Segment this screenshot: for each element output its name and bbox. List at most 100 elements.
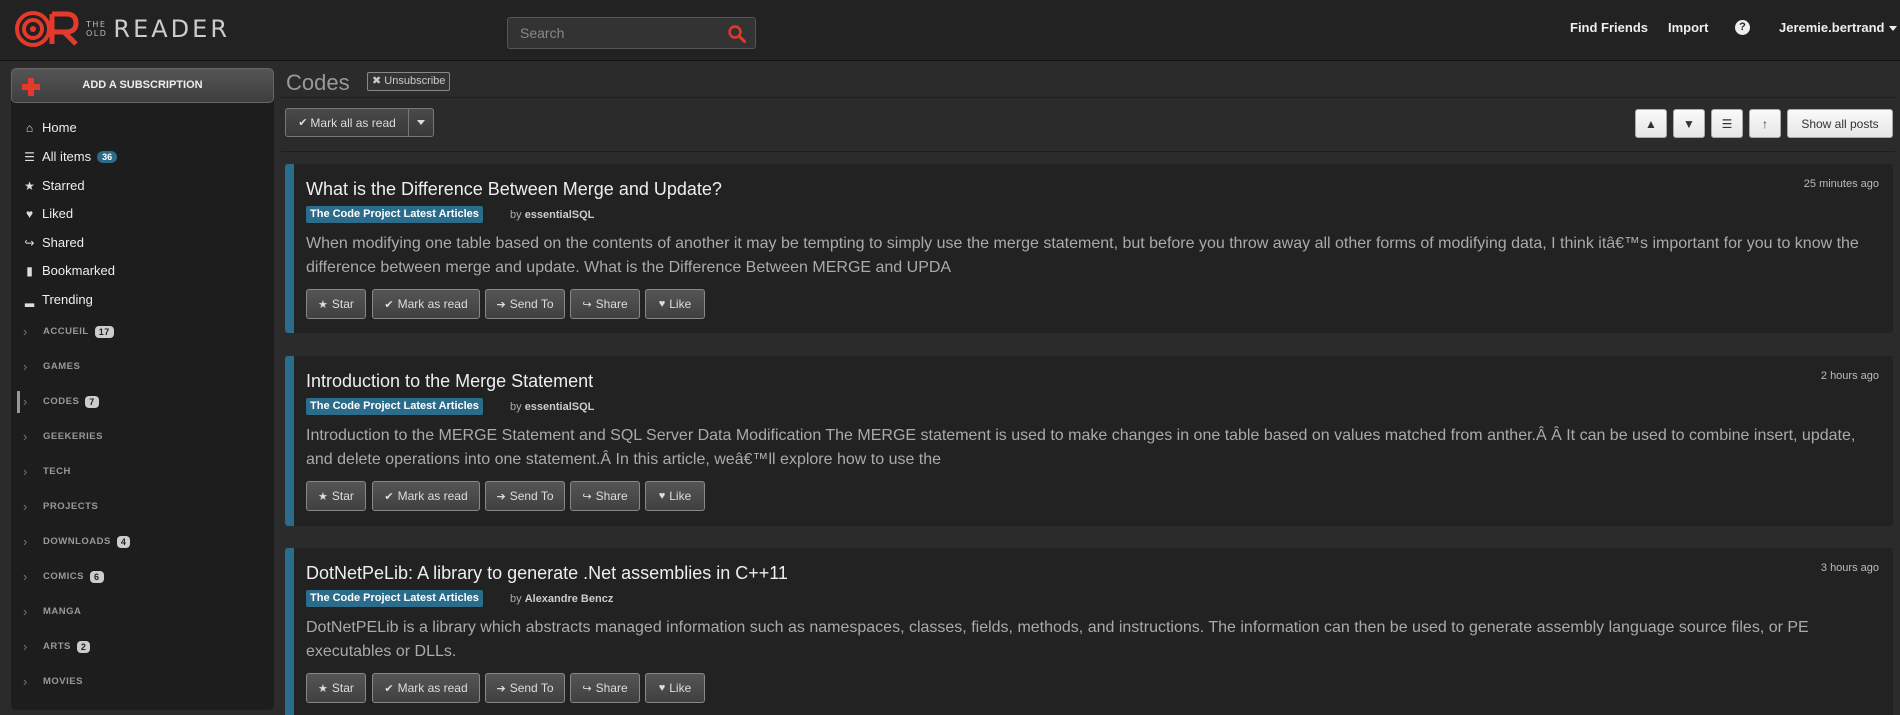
unsubscribe-button[interactable]: ✖ Unsubscribe [367,72,451,91]
chevron-right-icon[interactable]: › [23,429,31,444]
folder-games[interactable]: › GAMES [23,359,80,374]
article-timestamp: 2 hours ago [1820,370,1879,382]
show-all-posts-label: Show all posts [1801,116,1879,131]
feed-badge[interactable]: The Code Project Latest Articles [306,398,483,415]
heart-icon: ♥ [658,298,666,310]
app-logo[interactable]: THE OLD READER [14,10,230,48]
byline-prefix: by [510,401,522,413]
folder-label: MOVIES [43,676,83,687]
article-card[interactable]: DotNetPeLib: A library to generate .Net … [285,548,1893,715]
folder-codes[interactable]: › CODES 7 [23,394,99,409]
sidebar-item-label: Trending [42,292,93,307]
sidebar-item-liked[interactable]: ♥ Liked [23,206,73,221]
folder-downloads[interactable]: › DOWNLOADS 4 [23,534,131,549]
folder-arts[interactable]: › ARTS 2 [23,639,91,654]
chevron-right-icon[interactable]: › [23,359,31,374]
chevron-right-icon[interactable]: › [23,569,31,584]
list-view-button[interactable]: ☰ [1711,109,1743,138]
show-all-posts-button[interactable]: Show all posts [1787,109,1893,138]
folder-projects[interactable]: › PROJECTS [23,499,98,514]
chevron-right-icon[interactable]: › [23,639,31,654]
star-label: Star [331,297,354,311]
folder-comics[interactable]: › COMICS 6 [23,569,104,584]
sidebar-item-trending[interactable]: ▂ Trending [23,292,93,307]
send-to-label: Send To [509,489,554,503]
feed-badge[interactable]: The Code Project Latest Articles [306,206,483,223]
folder-movies[interactable]: › MOVIES [23,674,83,689]
send-to-button[interactable]: ➔ Send To [485,289,565,319]
like-button[interactable]: ♥ Like [645,289,705,319]
import-link[interactable]: Import [1668,20,1708,35]
next-item-button[interactable]: ▼ [1673,109,1705,138]
like-button[interactable]: ♥ Like [645,481,705,511]
signal-icon: ▂ [24,292,35,307]
article-author: essentialSQL [524,209,595,221]
feed-badge[interactable]: The Code Project Latest Articles [306,590,483,607]
heart-icon: ♥ [25,206,34,221]
article-excerpt: DotNetPELib is a library which abstracts… [306,619,1809,660]
heart-icon: ♥ [658,682,666,694]
share-label: Share [595,297,628,311]
mark-all-read-button[interactable]: ✔ Mark all as read [285,108,409,137]
mark-read-options-dropdown[interactable] [408,108,434,137]
article-title[interactable]: DotNetPeLib: A library to generate .Net … [306,563,788,584]
share-button[interactable]: ↪ Share [570,289,640,319]
folder-tech[interactable]: › TECH [23,464,71,479]
chevron-right-icon[interactable]: › [23,324,31,339]
chevron-right-icon[interactable]: › [23,464,31,479]
user-menu[interactable]: Jeremie.bertrand [1779,20,1897,35]
like-button[interactable]: ♥ Like [645,673,705,703]
page-title: Codes [286,70,350,95]
mark-as-read-button[interactable]: ✔ Mark as read [372,673,480,703]
article-timestamp: 3 hours ago [1820,562,1879,574]
sidebar-item-shared[interactable]: ↪ Shared [23,235,83,250]
chevron-right-icon[interactable]: › [23,534,31,549]
sidebar-item-starred[interactable]: ★ Starred [23,178,85,193]
article-card[interactable]: What is the Difference Between Merge and… [285,164,1893,333]
sidebar-item-home[interactable]: ⌂ Home [23,120,77,135]
search-icon[interactable] [727,24,747,44]
help-icon[interactable]: ? [1735,20,1750,35]
article-title[interactable]: What is the Difference Between Merge and… [306,179,722,200]
star-label: Star [331,489,354,503]
find-friends-link[interactable]: Find Friends [1570,20,1648,35]
chevron-right-icon[interactable]: › [23,499,31,514]
byline-prefix: by [510,209,522,221]
sidebar-item-bookmarked[interactable]: ▮ Bookmarked [23,263,115,278]
chevron-down-icon [417,120,425,125]
send-to-button[interactable]: ➔ Send To [485,481,565,511]
chevron-right-icon[interactable]: › [23,394,31,409]
folder-accueil[interactable]: › ACCUEIL 17 [23,324,114,339]
star-button[interactable]: ★ Star [306,289,366,319]
scroll-top-button[interactable]: ↑ [1749,109,1781,138]
mark-as-read-button[interactable]: ✔ Mark as read [372,481,480,511]
star-button[interactable]: ★ Star [306,673,366,703]
close-icon: ✖ [372,75,382,87]
folder-manga[interactable]: › MANGA [23,604,81,619]
sidebar-item-all-items[interactable]: ☰ All items 36 [23,149,118,164]
search-input[interactable] [508,18,718,48]
article-byline: by essentialSQL [510,401,594,413]
chevron-right-icon[interactable]: › [23,674,31,689]
folder-geekeries[interactable]: › GEEKERIES [23,429,103,444]
chevron-right-icon[interactable]: › [23,604,31,619]
star-button[interactable]: ★ Star [306,481,366,511]
article-title[interactable]: Introduction to the Merge Statement [306,371,593,392]
list-icon: ☰ [24,149,35,164]
folder-label: TECH [43,466,71,477]
star-icon: ★ [318,682,328,695]
previous-item-button[interactable]: ▲ [1635,109,1667,138]
share-button[interactable]: ↪ Share [570,673,640,703]
article-author: essentialSQL [524,401,595,413]
arrow-right-icon: ➔ [496,298,506,311]
article-excerpt: Introduction to the MERGE Statement and … [306,427,1856,468]
logo-icon [15,11,79,47]
divider [281,151,1895,152]
add-subscription-button[interactable]: ADD A SUBSCRIPTION [11,68,274,103]
sidebar-item-label: Bookmarked [42,263,115,278]
send-to-button[interactable]: ➔ Send To [485,673,565,703]
article-card[interactable]: Introduction to the Merge Statement 2 ho… [285,356,1893,526]
check-icon: ✔ [384,490,394,503]
share-button[interactable]: ↪ Share [570,481,640,511]
mark-as-read-button[interactable]: ✔ Mark as read [372,289,480,319]
